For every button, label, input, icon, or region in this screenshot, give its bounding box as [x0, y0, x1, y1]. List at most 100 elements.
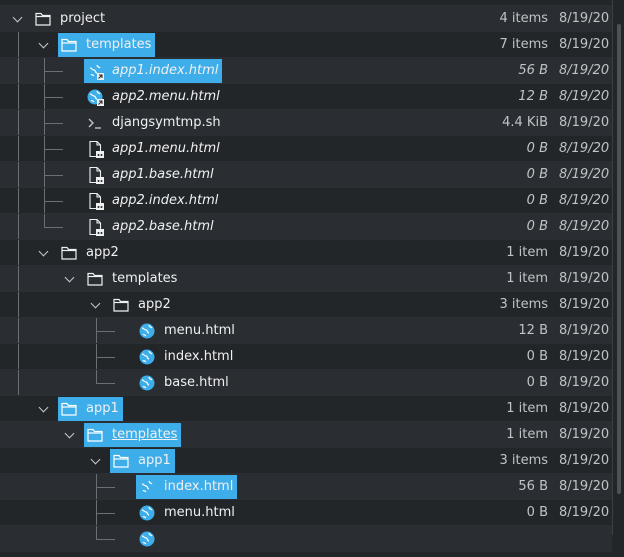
folder-open-icon	[60, 400, 78, 418]
item-name-box[interactable]: djangsymtmp.sh	[84, 111, 225, 135]
folder-open-icon	[60, 36, 78, 54]
item-size: 1 item	[506, 245, 548, 260]
tree-row[interactable]: templates 7 items 8/19/20 6	[0, 32, 619, 58]
tree-row[interactable]: app2 1 item 8/19/20 6	[0, 240, 619, 266]
item-size: 1 item	[506, 271, 548, 286]
item-date: 8/19/20 6	[559, 63, 619, 78]
tree-row[interactable]: app1.index.html 56 B 8/19/20 6	[0, 58, 619, 84]
expand-arrow-icon[interactable]	[13, 14, 23, 24]
tree-row[interactable]: app2 3 items 8/19/20 6	[0, 292, 619, 318]
item-date: 8/19/20 6	[559, 349, 619, 364]
tree-guide-line	[96, 344, 97, 369]
item-name: app1	[86, 401, 119, 416]
tree-guide-line	[44, 58, 45, 83]
item-name-box[interactable]: app1	[110, 449, 175, 473]
item-name-box[interactable]: base.html	[136, 371, 233, 395]
tree-row[interactable]: index.html 56 B 8/19/20 6	[0, 474, 619, 500]
tree-guide-line	[18, 188, 19, 213]
item-name: app1.menu.html	[112, 141, 220, 156]
item-name-box[interactable]: app1.base.html	[84, 163, 218, 187]
scrollbar-thumb[interactable]	[617, 24, 621, 494]
item-name: templates	[86, 37, 152, 52]
item-name-box[interactable]: menu.html	[136, 501, 239, 525]
broken-link-icon	[86, 140, 104, 158]
item-name: app2.base.html	[112, 219, 214, 234]
item-size: 0 B	[526, 505, 548, 520]
broken-link-icon	[86, 218, 104, 236]
tree-row[interactable]: app2.base.html 0 B 8/19/20 6	[0, 214, 619, 240]
tree-branch-line	[44, 84, 63, 98]
item-name-box[interactable]: app1.menu.html	[84, 137, 224, 161]
tree-row[interactable]: app1.menu.html 0 B 8/19/20 6	[0, 136, 619, 162]
item-date: 8/19/20 6	[559, 375, 619, 390]
item-size: 56 B	[518, 63, 548, 78]
expand-arrow-icon[interactable]	[65, 430, 75, 440]
tree-guide-line	[44, 162, 45, 187]
item-name-box[interactable]: app1	[58, 397, 123, 421]
item-name-box[interactable]: templates	[58, 33, 156, 57]
item-name-box[interactable]: menu.html	[136, 319, 239, 343]
tree-guide-line	[44, 136, 45, 161]
tree-row[interactable]: templates 1 item 8/19/20 6	[0, 266, 619, 292]
item-size: 12 B	[518, 89, 548, 104]
tree-branch-line	[96, 370, 115, 384]
item-size: 3 items	[499, 297, 548, 312]
tree-branch-line	[96, 526, 115, 540]
expand-arrow-icon[interactable]	[91, 456, 101, 466]
expand-arrow-icon[interactable]	[65, 274, 75, 284]
folder-icon	[34, 10, 52, 28]
expand-arrow-icon[interactable]	[39, 40, 49, 50]
item-name-box[interactable]: app2	[110, 293, 175, 317]
item-name-box[interactable]: app1.index.html	[84, 59, 223, 83]
item-date: 8/19/20 6	[559, 37, 619, 52]
item-name-box[interactable]: project	[32, 7, 109, 31]
item-size: 3 items	[499, 453, 548, 468]
tree-guide-line	[18, 344, 19, 369]
folder-icon	[60, 244, 78, 262]
tree-row[interactable]: app1 1 item 8/19/20 6	[0, 396, 619, 422]
item-name-box[interactable]: templates	[84, 423, 182, 447]
item-name-box[interactable]: index.html	[136, 475, 238, 499]
tree-row[interactable]: menu.html 0 B 8/19/20 6	[0, 500, 619, 526]
item-name-box[interactable]: app2.index.html	[84, 189, 222, 213]
tree-row[interactable]: app2.index.html 0 B 8/19/20 6	[0, 188, 619, 214]
item-name: menu.html	[164, 323, 235, 338]
tree-row[interactable]: templates 1 item 8/19/20 6	[0, 422, 619, 448]
item-name-box[interactable]: templates	[84, 267, 181, 291]
expand-arrow-icon[interactable]	[91, 300, 101, 310]
tree-row[interactable]: app1 3 items 8/19/20 6	[0, 448, 619, 474]
item-name-box[interactable]: app2.menu.html	[84, 85, 224, 109]
tree-row[interactable]: app1.base.html 0 B 8/19/20 6	[0, 162, 619, 188]
tree-row[interactable]: app2.menu.html 12 B 8/19/20 6	[0, 84, 619, 110]
tree-row[interactable]	[0, 526, 612, 552]
tree-branch-line	[96, 318, 115, 332]
folder-icon	[86, 270, 104, 288]
tree-branch-line	[96, 500, 115, 514]
tree-guide-line	[18, 162, 19, 187]
item-size: 0 B	[526, 193, 548, 208]
item-name-box[interactable]	[136, 527, 168, 551]
item-date: 8/19/20 6	[559, 193, 619, 208]
item-date: 8/19/20 6	[559, 115, 619, 130]
expand-arrow-icon[interactable]	[39, 248, 49, 258]
tree-row[interactable]: menu.html 12 B 8/19/20 6	[0, 318, 619, 344]
tree-row[interactable]: base.html 0 B 8/19/20 6	[0, 370, 619, 396]
html-icon	[138, 322, 156, 340]
tree-row[interactable]: djangsymtmp.sh 4.4 KiB 8/19/20 6	[0, 110, 619, 136]
item-name-box[interactable]: app2.base.html	[84, 215, 218, 239]
item-size: 56 B	[518, 479, 548, 494]
folder-open-icon	[112, 452, 130, 470]
item-name: app1.index.html	[112, 63, 219, 78]
expand-arrow-icon[interactable]	[39, 404, 49, 414]
html-icon	[138, 478, 156, 496]
tree-guide-line	[18, 266, 19, 291]
item-size: 1 item	[506, 427, 548, 442]
item-name-box[interactable]: app2	[58, 241, 123, 265]
tree-guide-line	[44, 110, 45, 135]
tree-row[interactable]: project 4 items 8/19/20 6	[0, 6, 619, 32]
terminal-icon	[86, 114, 104, 132]
item-date: 8/19/20 6	[559, 11, 619, 26]
item-name-box[interactable]: index.html	[136, 345, 237, 369]
tree-row[interactable]: index.html 0 B 8/19/20 6	[0, 344, 619, 370]
broken-link-icon	[86, 166, 104, 184]
